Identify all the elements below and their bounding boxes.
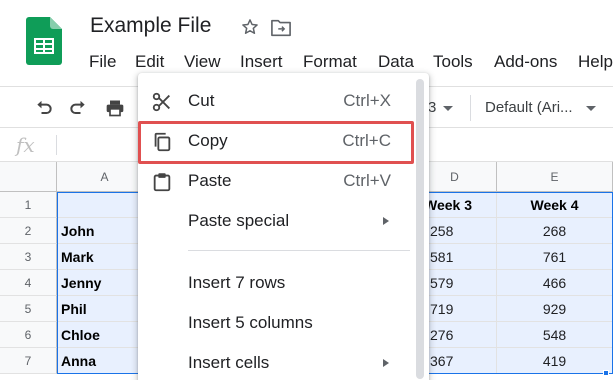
font-family-select[interactable]: Default (Ari... [485,99,573,116]
menu-help[interactable]: Help [578,52,613,72]
sheets-logo-icon[interactable] [26,17,62,65]
submenu-arrow-icon [383,217,389,225]
menu-scrollbar[interactable] [416,79,424,379]
menu-file[interactable]: File [89,52,116,72]
zoom-caret-icon[interactable] [443,106,453,111]
menu-insert[interactable]: Insert [240,52,283,72]
select-all-corner[interactable] [0,162,57,192]
star-icon[interactable] [240,17,260,37]
menu-item-label: Insert 5 columns [188,313,313,332]
menu-item-paste[interactable]: Paste Ctrl+V [138,163,429,199]
menu-data[interactable]: Data [378,52,414,72]
menu-item-insert-columns[interactable]: Insert 5 columns [138,305,429,341]
document-title[interactable]: Example File [90,14,211,38]
menu-item-paste-special[interactable]: Paste special [138,203,429,239]
menu-item-label: Paste special [188,211,290,230]
row-header-2[interactable]: 2 [0,218,57,244]
redo-icon[interactable] [68,98,88,118]
cell-e3[interactable]: 761 [497,244,613,270]
cell-e7[interactable]: 419 [497,348,613,374]
row-header-4[interactable]: 4 [0,270,57,296]
cell-e2[interactable]: 268 [497,218,613,244]
menu-item-shortcut: Ctrl+V [343,171,391,190]
menu-item-cut[interactable]: Cut Ctrl+X [138,83,429,119]
submenu-arrow-icon [383,359,389,367]
copy-highlight-box [138,121,414,164]
menu-tools[interactable]: Tools [433,52,473,72]
context-menu: Cut Ctrl+X Copy Ctrl+C Paste Ctrl+V Past… [138,73,429,380]
col-header-e[interactable]: E [497,162,613,192]
clipboard-icon [153,173,171,192]
print-icon[interactable] [105,98,125,118]
fx-icon: fx [16,133,35,157]
menu-item-shortcut: Ctrl+X [343,91,391,110]
menu-format[interactable]: Format [303,52,357,72]
font-caret-icon[interactable] [586,106,596,111]
row-header-7[interactable]: 7 [0,348,57,374]
menu-addons[interactable]: Add-ons [494,52,557,72]
row-header-5[interactable]: 5 [0,296,57,322]
cell-e1[interactable]: Week 4 [497,192,613,218]
menu-item-insert-cells[interactable]: Insert cells [138,345,429,380]
formula-divider [56,135,57,155]
row-header-3[interactable]: 3 [0,244,57,270]
menu-item-insert-rows[interactable]: Insert 7 rows [138,265,429,301]
cell-e6[interactable]: 548 [497,322,613,348]
menu-divider [188,250,410,251]
scissors-icon [152,92,170,112]
zoom-select[interactable]: 3 [428,99,436,116]
toolbar-divider [470,95,471,121]
cell-e4[interactable]: 466 [497,270,613,296]
menu-item-label: Cut [188,91,215,110]
menu-view[interactable]: View [184,52,221,72]
row-header-6[interactable]: 6 [0,322,57,348]
menu-item-label: Insert 7 rows [188,273,286,292]
fill-handle[interactable] [603,370,609,376]
row-header-1[interactable]: 1 [0,192,57,218]
undo-icon[interactable] [34,98,54,118]
menu-edit[interactable]: Edit [135,52,164,72]
cell-e5[interactable]: 929 [497,296,613,322]
menu-item-label: Paste [188,171,232,190]
move-folder-icon[interactable] [270,18,292,38]
menu-item-label: Insert cells [188,353,270,372]
